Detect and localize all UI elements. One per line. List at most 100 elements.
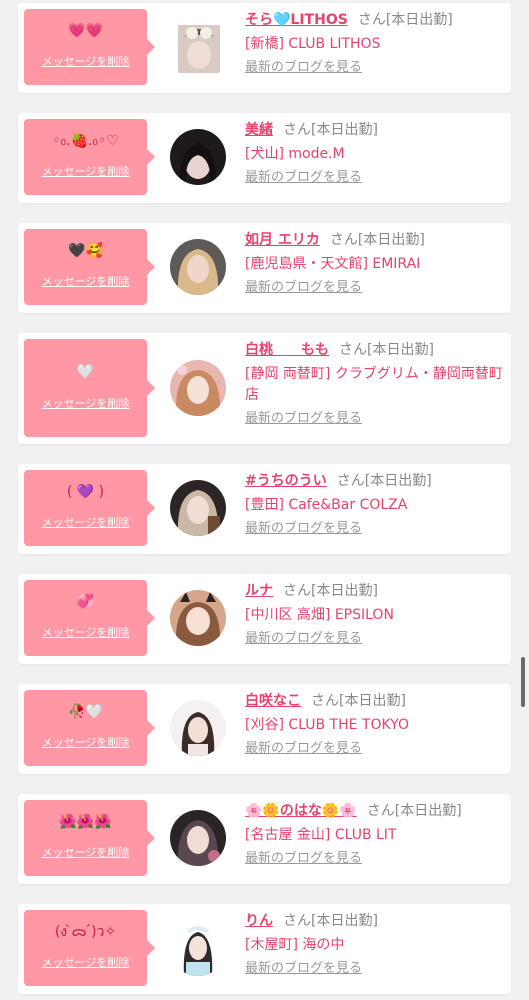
message-text: ◦₀.🍓.₀◦♡ xyxy=(52,133,119,149)
avatar[interactable] xyxy=(170,810,226,866)
message-text: 🖤🥰 xyxy=(68,243,103,259)
avatar[interactable] xyxy=(170,239,226,295)
name-line: #うちのうい さん[本日出勤] xyxy=(245,471,505,491)
list-item: 🖤🥰 メッセージを削除 如月 エリカ さん[本日出勤] [鹿児島県・天文館] EM… xyxy=(18,223,511,313)
card-info: 美緒 さん[本日出勤] [犬山] mode.M 最新のブログを見る xyxy=(245,120,505,187)
avatar[interactable] xyxy=(170,360,226,416)
message-text: (ง ̀ᯅ ́)ว✧ xyxy=(54,924,117,940)
latest-blog-link[interactable]: 最新のブログを見る xyxy=(245,520,362,538)
name-line: 白咲なこ さん[本日出勤] xyxy=(245,691,505,711)
card-info: 白咲なこ さん[本日出勤] [刈谷] CLUB THE TOKYO 最新のブログを… xyxy=(245,691,505,758)
message-text: 💞 xyxy=(76,594,95,610)
status-badge: [本日出勤] xyxy=(339,693,406,709)
cast-name-link[interactable]: そら🩵LITHOS xyxy=(245,12,348,28)
cast-name-link[interactable]: 🌸🌼のはな🌼🌸 xyxy=(245,803,357,819)
shop-name: [静岡 両替町] クラブグリム・静岡両替町店 xyxy=(245,366,503,403)
status-badge: [本日出勤] xyxy=(311,583,378,599)
name-line: 如月 エリカ さん[本日出勤] xyxy=(245,230,505,250)
cast-name-link[interactable]: 美緒 xyxy=(245,122,273,138)
delete-message-link[interactable]: メッセージを削除 xyxy=(24,844,147,860)
delete-message-link[interactable]: メッセージを削除 xyxy=(24,624,147,640)
honorific: さん xyxy=(311,693,339,709)
avatar[interactable] xyxy=(178,25,220,73)
shop-name: [豊田] Cafe&Bar COLZA xyxy=(245,497,408,513)
delete-message-link[interactable]: メッセージを削除 xyxy=(24,734,147,750)
delete-message-link[interactable]: メッセージを削除 xyxy=(24,395,147,411)
list-item: 💗💗 メッセージを削除 そら🩵LITHOS さん[本日出勤] [新橋] CLUB … xyxy=(18,3,511,93)
name-line: 白桃 もも さん[本日出勤] xyxy=(245,340,505,360)
list-item: (ง ̀ᯅ ́)ว✧ メッセージを削除 りん さん[本日出勤] [木屋町] 海の中… xyxy=(18,904,511,994)
honorific: さん xyxy=(283,122,311,138)
honorific: さん xyxy=(283,583,311,599)
status-badge: [本日出勤] xyxy=(394,803,462,819)
latest-blog-link[interactable]: 最新のブログを見る xyxy=(245,630,362,648)
message-text: 🥀🤍 xyxy=(68,704,103,720)
message-bubble: (ง ̀ᯅ ́)ว✧ メッセージを削除 xyxy=(24,910,155,986)
avatar[interactable] xyxy=(170,920,226,976)
name-line: 美緒 さん[本日出勤] xyxy=(245,120,505,140)
list-item: 🥀🤍 メッセージを削除 白咲なこ さん[本日出勤] [刈谷] CLUB THE T… xyxy=(18,684,511,774)
cast-name-link[interactable]: ルナ xyxy=(245,583,273,599)
message-bubble: 💗💗 メッセージを削除 xyxy=(24,9,155,85)
message-text: ( 💜 ) xyxy=(66,484,105,500)
message-bubble: 🖤🥰 メッセージを削除 xyxy=(24,229,155,305)
list-item: 💞 メッセージを削除 ルナ さん[本日出勤] [中川区 高畑] EPSILON 最… xyxy=(18,574,511,664)
shop-name: [中川区 高畑] EPSILON xyxy=(245,607,394,623)
message-bubble: 🌺🌺🌺 メッセージを削除 xyxy=(24,800,155,876)
cast-name-link[interactable]: 如月 エリカ xyxy=(245,232,320,248)
shop-name: [名古屋 金山] CLUB LIT xyxy=(245,827,397,843)
list-item: ( 💜 ) メッセージを削除 #うちのうい さん[本日出勤] [豊田] Cafe&… xyxy=(18,464,511,554)
delete-message-link[interactable]: メッセージを削除 xyxy=(24,514,147,530)
delete-message-link[interactable]: メッセージを削除 xyxy=(24,53,147,69)
message-bubble: 🤍 メッセージを削除 xyxy=(24,339,155,437)
latest-blog-link[interactable]: 最新のブログを見る xyxy=(245,960,362,978)
status-badge: [本日出勤] xyxy=(364,473,432,489)
cast-name-link[interactable]: りん xyxy=(245,913,273,929)
status-badge: [本日出勤] xyxy=(357,232,425,248)
name-line: そら🩵LITHOS さん[本日出勤] xyxy=(245,10,505,30)
list-item: ◦₀.🍓.₀◦♡ メッセージを削除 美緒 さん[本日出勤] [犬山] mode.M… xyxy=(18,113,511,203)
honorific: さん xyxy=(366,803,395,819)
list-item: 🤍 メッセージを削除 白桃 もも さん[本日出勤] [静岡 両替町] クラブグリム… xyxy=(18,333,511,444)
honorific: さん xyxy=(339,342,367,358)
name-line: りん さん[本日出勤] xyxy=(245,911,505,931)
list-item: 🌺🌺🌺 メッセージを削除 🌸🌼のはな🌼🌸 さん[本日出勤] [名古屋 金山] CL… xyxy=(18,794,511,884)
avatar[interactable] xyxy=(170,590,226,646)
message-bubble: ( 💜 ) メッセージを削除 xyxy=(24,470,155,546)
status-badge: [本日出勤] xyxy=(385,12,453,28)
honorific: さん xyxy=(357,12,386,28)
avatar[interactable] xyxy=(170,700,226,756)
shop-name: [刈谷] CLUB THE TOKYO xyxy=(245,717,409,733)
avatar[interactable] xyxy=(170,129,226,185)
message-text: 🤍 xyxy=(76,364,95,380)
shop-name: [新橋] CLUB LITHOS xyxy=(245,36,381,52)
message-text: 💗💗 xyxy=(68,23,103,39)
card-info: そら🩵LITHOS さん[本日出勤] [新橋] CLUB LITHOS 最新のブロ… xyxy=(245,10,505,77)
card-info: 白桃 もも さん[本日出勤] [静岡 両替町] クラブグリム・静岡両替町店 最新の… xyxy=(245,340,505,428)
latest-blog-link[interactable]: 最新のブログを見る xyxy=(245,410,362,428)
latest-blog-link[interactable]: 最新のブログを見る xyxy=(245,169,362,187)
delete-message-link[interactable]: メッセージを削除 xyxy=(24,954,147,970)
avatar[interactable] xyxy=(170,480,226,536)
cast-name-link[interactable]: 白桃 もも xyxy=(245,342,329,358)
latest-blog-link[interactable]: 最新のブログを見る xyxy=(245,740,362,758)
message-bubble: ◦₀.🍓.₀◦♡ メッセージを削除 xyxy=(24,119,155,195)
honorific: さん xyxy=(283,913,311,929)
shop-name: [木屋町] 海の中 xyxy=(245,937,345,953)
latest-blog-link[interactable]: 最新のブログを見る xyxy=(245,59,362,77)
delete-message-link[interactable]: メッセージを削除 xyxy=(24,273,147,289)
message-bubble: 🥀🤍 メッセージを削除 xyxy=(24,690,155,766)
cast-name-link[interactable]: 白咲なこ xyxy=(245,693,301,709)
message-bubble: 💞 メッセージを削除 xyxy=(24,580,155,656)
honorific: さん xyxy=(329,232,358,248)
status-badge: [本日出勤] xyxy=(367,342,434,358)
latest-blog-link[interactable]: 最新のブログを見る xyxy=(245,850,362,868)
latest-blog-link[interactable]: 最新のブログを見る xyxy=(245,279,362,297)
card-info: りん さん[本日出勤] [木屋町] 海の中 最新のブログを見る xyxy=(245,911,505,978)
card-info: 如月 エリカ さん[本日出勤] [鹿児島県・天文館] EMIRAI 最新のブログを… xyxy=(245,230,505,297)
cast-name-link[interactable]: #うちのうい xyxy=(245,473,327,489)
scrollbar[interactable] xyxy=(521,657,525,707)
delete-message-link[interactable]: メッセージを削除 xyxy=(24,163,147,179)
card-info: #うちのうい さん[本日出勤] [豊田] Cafe&Bar COLZA 最新のブロ… xyxy=(245,471,505,538)
name-line: 🌸🌼のはな🌼🌸 さん[本日出勤] xyxy=(245,801,505,821)
